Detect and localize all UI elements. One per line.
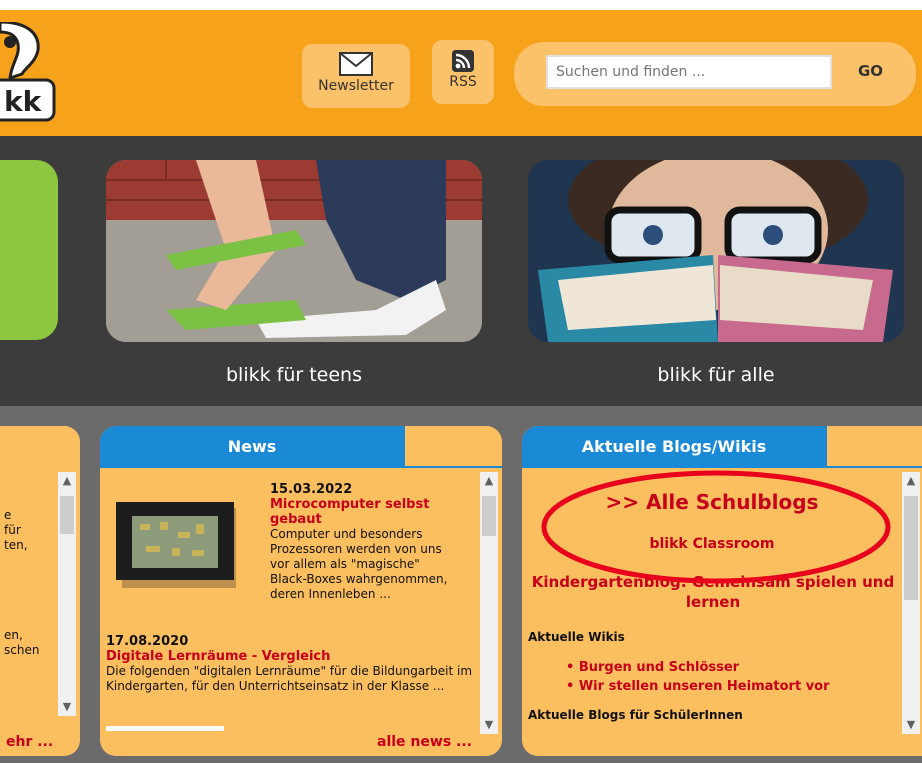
scroll-thumb[interactable] <box>60 496 74 534</box>
left-text-line: en, <box>4 628 23 642</box>
search-go-button[interactable]: GO <box>858 62 883 80</box>
scroll-thumb[interactable] <box>482 496 496 536</box>
all-news-link[interactable]: alle news ... <box>377 734 472 750</box>
teaser-label-alle[interactable]: blikk für alle <box>528 364 904 386</box>
left-more-link[interactable]: ehr ... <box>6 734 53 750</box>
news-date: 15.03.2022 <box>270 482 353 497</box>
scroll-up-icon[interactable]: ▲ <box>58 472 76 490</box>
newsletter-label: Newsletter <box>318 78 394 94</box>
annotation-ellipse <box>541 470 891 584</box>
news-scrollbar[interactable]: ▲ ▼ <box>480 472 498 734</box>
news-item: 17.08.2020 Digitale Lernräume - Vergleic… <box>106 634 476 694</box>
left-text-line: für <box>4 523 21 537</box>
teaser-image-teens[interactable] <box>106 160 482 342</box>
scroll-up-icon[interactable]: ▲ <box>902 472 920 490</box>
news-thumbnail[interactable] <box>116 502 236 588</box>
teaser-card-partial[interactable] <box>0 160 58 340</box>
news-tab[interactable]: News <box>100 426 404 468</box>
envelope-icon <box>339 52 373 76</box>
rss-label: RSS <box>449 74 477 90</box>
scroll-thumb[interactable] <box>904 496 918 600</box>
left-scrollbar[interactable]: ▲ ▼ <box>58 472 76 716</box>
left-text-line: schen <box>4 643 40 657</box>
rss-button[interactable]: RSS <box>432 40 494 104</box>
news-panel: News 15.03.2022 Microcomputer selbst geb… <box>100 426 502 756</box>
news-teaser-text: Computer und besonders Prozessoren werde… <box>270 527 448 601</box>
wiki-list-item[interactable]: • Wir stellen unseren Heimatort vor <box>566 677 830 696</box>
blogs-tab[interactable]: Aktuelle Blogs/Wikis <box>522 426 826 468</box>
teaser-image-alle[interactable] <box>528 160 904 342</box>
scroll-down-icon[interactable]: ▼ <box>902 716 920 734</box>
rss-icon <box>452 50 474 72</box>
left-panel-text: e für ten, en, schen <box>4 508 39 658</box>
search-box: GO <box>514 42 916 106</box>
student-blogs-heading: Aktuelle Blogs für SchülerInnen <box>528 708 743 722</box>
scroll-up-icon[interactable]: ▲ <box>480 472 498 490</box>
left-panel: e für ten, en, schen ▲ ▼ ehr ... <box>0 426 80 756</box>
newsletter-button[interactable]: Newsletter <box>302 44 410 108</box>
wiki-link[interactable]: Burgen und Schlösser <box>579 660 739 675</box>
news-title-link[interactable]: Digitale Lernräume - Vergleich <box>106 649 476 664</box>
news-item: 15.03.2022 Microcomputer selbst gebaut C… <box>270 482 460 602</box>
search-input[interactable] <box>546 55 832 89</box>
scroll-down-icon[interactable]: ▼ <box>480 716 498 734</box>
wiki-list: • Burgen und Schlösser • Wir stellen uns… <box>566 658 830 696</box>
left-text-line: e <box>4 508 12 522</box>
news-teaser-text: Die folgenden "digitalen Lernräume" für … <box>106 664 473 693</box>
teaser-label-teens[interactable]: blikk für teens <box>106 364 482 386</box>
blogs-scrollbar[interactable]: ▲ ▼ <box>902 472 920 734</box>
logo-text: kk <box>4 85 42 118</box>
wiki-list-item[interactable]: • Burgen und Schlösser <box>566 658 830 677</box>
news-title-link[interactable]: Microcomputer selbst gebaut <box>270 497 460 527</box>
news-date: 17.08.2020 <box>106 634 189 649</box>
wiki-link[interactable]: Wir stellen unseren Heimatort vor <box>579 679 830 694</box>
scroll-down-icon[interactable]: ▼ <box>58 698 76 716</box>
news-divider <box>106 726 224 731</box>
blikk-logo[interactable]: kk <box>0 20 60 122</box>
left-text-line: ten, <box>4 538 28 552</box>
top-strip <box>0 0 922 10</box>
wikis-heading: Aktuelle Wikis <box>528 630 625 644</box>
